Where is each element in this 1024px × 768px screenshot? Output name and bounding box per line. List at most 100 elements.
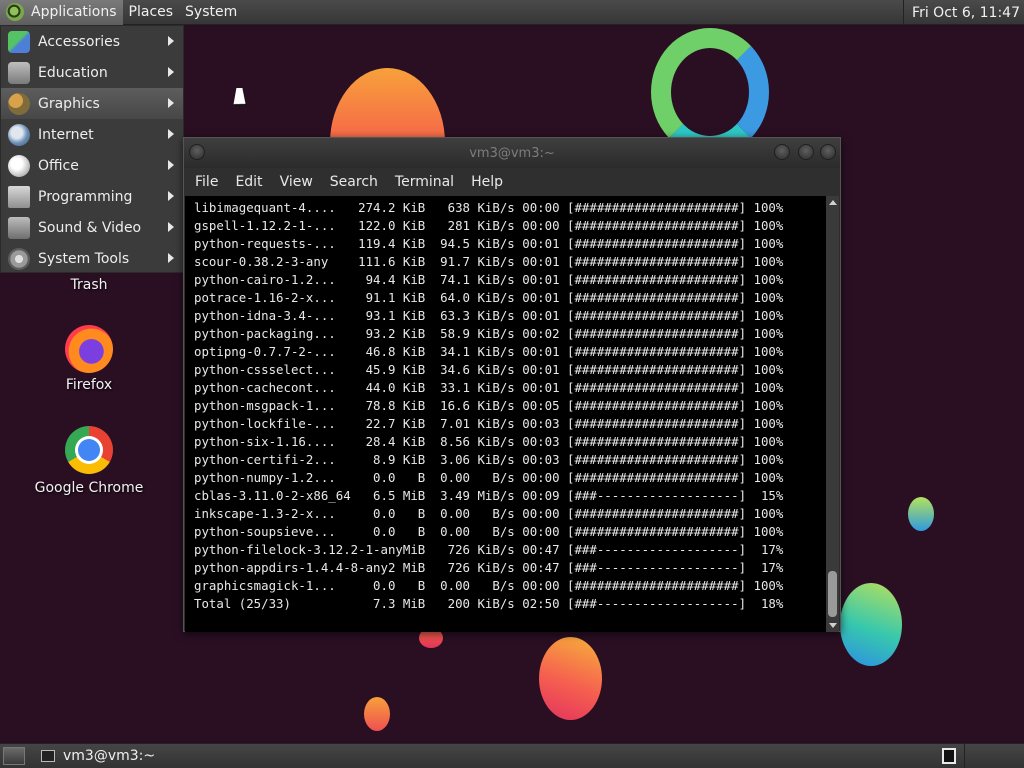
programming-icon (8, 185, 30, 208)
terminal-scrollbar[interactable] (826, 196, 839, 632)
window-titlebar[interactable]: vm3@vm3:~ (184, 138, 840, 168)
menu-item-internet[interactable]: Internet (1, 119, 183, 150)
education-icon (8, 61, 30, 84)
terminal-window: vm3@vm3:~ File Edit View Search Terminal… (183, 137, 841, 632)
terminal-line: python-numpy-1.2... 0.0 B 0.00 B/s 00:00… (194, 470, 784, 485)
desktop-icon-trash[interactable]: Trash (19, 277, 159, 293)
menu-item-programming[interactable]: Programming (1, 181, 183, 212)
terminal-line: Total (25/33) 7.3 MiB 200 KiB/s 02:50 [#… (194, 596, 784, 611)
menu-item-label: Accessories (38, 33, 121, 50)
submenu-arrow-icon (168, 98, 174, 108)
sound-video-icon (8, 216, 30, 239)
terminal-line: python-cssselect... 45.9 KiB 34.6 KiB/s … (194, 362, 784, 377)
terminal-line: cblas-3.11.0-2-x86_64 6.5 MiB 3.49 MiB/s… (194, 488, 784, 503)
terminal-line: python-soupsieve... 0.0 B 0.00 B/s 00:00… (194, 524, 784, 539)
submenu-arrow-icon (168, 67, 174, 77)
terminal-output[interactable]: libimagequant-4.... 274.2 KiB 638 KiB/s … (185, 196, 827, 632)
clock[interactable]: Fri Oct 6, 11:47 (903, 0, 1024, 25)
top-panel: Applications Places System Fri Oct 6, 11… (0, 0, 1024, 25)
workspace-switcher[interactable] (942, 748, 956, 764)
terminal-line: python-cairo-1.2... 94.4 KiB 74.1 KiB/s … (194, 272, 784, 287)
wallpaper-green-blob (840, 583, 902, 666)
internet-icon (8, 123, 30, 146)
terminal-line: potrace-1.16-2-x... 91.1 KiB 64.0 KiB/s … (194, 290, 784, 305)
menu-item-education[interactable]: Education (1, 57, 183, 88)
system-menu[interactable]: System (179, 0, 243, 25)
menu-terminal[interactable]: Terminal (388, 174, 461, 190)
menu-item-sound-video[interactable]: Sound & Video (1, 212, 183, 243)
terminal-line: python-filelock-3.12.2-1-anyMiB 726 KiB/… (194, 542, 784, 557)
applications-label: Applications (31, 4, 117, 20)
menu-view[interactable]: View (273, 174, 320, 190)
mouse-pointer-icon (233, 88, 249, 104)
menu-item-label: Programming (38, 188, 133, 205)
terminal-icon (41, 750, 55, 762)
terminal-line: libimagequant-4.... 274.2 KiB 638 KiB/s … (194, 200, 784, 215)
terminal-line: python-six-1.16.... 28.4 KiB 8.56 KiB/s … (194, 434, 784, 449)
terminal-line: inkscape-1.3-2-x... 0.0 B 0.00 B/s 00:00… (194, 506, 784, 521)
minimize-button[interactable] (774, 144, 790, 160)
distro-logo-icon (6, 3, 24, 21)
applications-menu[interactable]: Applications (0, 0, 123, 25)
panel-handle (964, 744, 1024, 768)
menu-item-accessories[interactable]: Accessories (1, 26, 183, 57)
scroll-down-icon[interactable] (829, 623, 837, 628)
graphics-icon (8, 92, 30, 115)
menu-help[interactable]: Help (464, 174, 510, 190)
terminal-line: python-packaging... 93.2 KiB 58.9 KiB/s … (194, 326, 784, 341)
terminal-line: python-certifi-2... 8.9 KiB 3.06 KiB/s 0… (194, 452, 784, 467)
scroll-up-icon[interactable] (829, 200, 837, 205)
desktop-icon-label: Trash (70, 277, 108, 293)
submenu-arrow-icon (168, 191, 174, 201)
submenu-arrow-icon (168, 222, 174, 232)
menu-item-label: Sound & Video (38, 219, 142, 236)
office-icon (8, 154, 30, 177)
places-menu[interactable]: Places (123, 0, 180, 25)
menu-item-office[interactable]: Office (1, 150, 183, 181)
applications-dropdown: Accessories Education Graphics Internet … (0, 25, 184, 273)
menu-search[interactable]: Search (323, 174, 385, 190)
submenu-arrow-icon (168, 36, 174, 46)
maximize-button[interactable] (798, 144, 814, 160)
desktop-icon-google-chrome[interactable]: Google Chrome (19, 426, 159, 496)
terminal-line: gspell-1.12.2-1-... 122.0 KiB 281 KiB/s … (194, 218, 784, 233)
terminal-line: scour-0.38.2-3-any 111.6 KiB 91.7 KiB/s … (194, 254, 784, 269)
submenu-arrow-icon (168, 253, 174, 263)
menu-item-label: Education (38, 64, 108, 81)
accessories-icon (8, 30, 30, 53)
terminal-line: python-appdirs-1.4.4-8-any2 MiB 726 KiB/… (194, 560, 784, 575)
submenu-arrow-icon (168, 160, 174, 170)
menu-file[interactable]: File (188, 174, 225, 190)
scrollbar-thumb[interactable] (828, 571, 837, 617)
menu-item-label: Office (38, 157, 79, 174)
terminal-menubar: File Edit View Search Terminal Help (184, 168, 840, 196)
terminal-line: optipng-0.7.7-2-... 46.8 KiB 34.1 KiB/s … (194, 344, 784, 359)
menu-item-system-tools[interactable]: System Tools (1, 243, 183, 274)
desktop-icon-firefox[interactable]: Firefox (19, 325, 159, 393)
window-title: vm3@vm3:~ (469, 145, 555, 161)
system-tools-icon (8, 247, 30, 270)
wallpaper-orange-blob (364, 697, 390, 731)
terminal-line: python-lockfile-... 22.7 KiB 7.01 KiB/s … (194, 416, 784, 431)
terminal-line: python-msgpack-1... 78.8 KiB 16.6 KiB/s … (194, 398, 784, 413)
taskbar-terminal-button[interactable]: vm3@vm3:~ (35, 746, 161, 767)
desktop-icon-label: Firefox (65, 377, 113, 393)
close-button[interactable] (820, 144, 836, 160)
terminal-line: graphicsmagick-1... 0.0 B 0.00 B/s 00:00… (194, 578, 784, 593)
wallpaper-green-blob (908, 497, 934, 531)
menu-item-graphics[interactable]: Graphics (1, 88, 183, 119)
menu-item-label: System Tools (38, 250, 130, 267)
google-chrome-icon (65, 426, 113, 474)
terminal-line: python-idna-3.4-... 93.1 KiB 63.3 KiB/s … (194, 308, 784, 323)
terminal-line: python-requests-... 119.4 KiB 94.5 KiB/s… (194, 236, 784, 251)
firefox-icon (65, 325, 113, 373)
bottom-panel: vm3@vm3:~ (0, 743, 1024, 768)
terminal-line: python-cachecont... 44.0 KiB 33.1 KiB/s … (194, 380, 784, 395)
menu-edit[interactable]: Edit (228, 174, 269, 190)
show-desktop-button[interactable] (3, 747, 25, 765)
taskbar-label: vm3@vm3:~ (63, 748, 156, 764)
wallpaper-orange-blob (539, 637, 602, 720)
window-menu-button[interactable] (189, 144, 205, 160)
menu-item-label: Graphics (38, 95, 100, 112)
submenu-arrow-icon (168, 129, 174, 139)
